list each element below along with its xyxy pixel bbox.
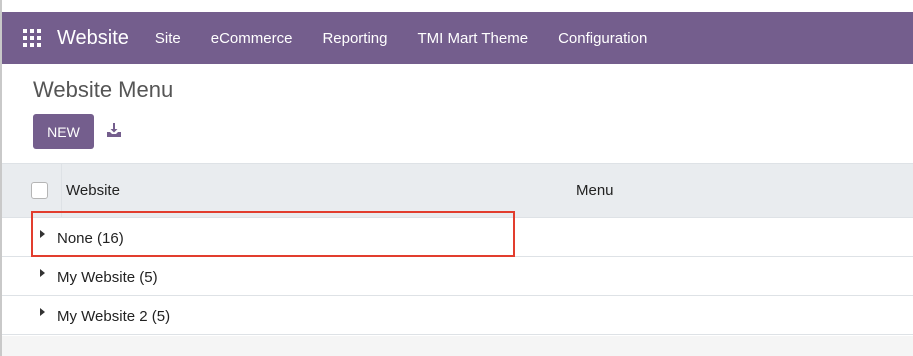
- nav-item-site[interactable]: Site: [155, 30, 181, 47]
- nav-item-ecommerce[interactable]: eCommerce: [211, 30, 293, 47]
- caret-right-icon: [40, 269, 45, 277]
- group-label: My Website (5): [57, 269, 158, 286]
- nav-item-reporting[interactable]: Reporting: [322, 30, 387, 47]
- column-header-menu[interactable]: Menu: [576, 182, 614, 199]
- select-all-checkbox[interactable]: [31, 182, 48, 199]
- group-row-none[interactable]: None (16): [2, 218, 913, 257]
- caret-right-icon: [40, 308, 45, 316]
- new-button[interactable]: NEW: [33, 114, 94, 149]
- page-title: Website Menu: [33, 77, 174, 102]
- apps-grid-icon[interactable]: [23, 29, 41, 47]
- app-frame: Website Site eCommerce Reporting TMI Mar…: [0, 0, 913, 356]
- group-row-my-website[interactable]: My Website (5): [2, 257, 913, 296]
- download-icon[interactable]: [106, 122, 122, 138]
- empty-list-area: [2, 336, 913, 356]
- nav-item-tmi-mart-theme[interactable]: TMI Mart Theme: [417, 30, 528, 47]
- caret-right-icon: [40, 230, 45, 238]
- top-navbar: Website Site eCommerce Reporting TMI Mar…: [2, 12, 913, 64]
- group-label: None (16): [57, 230, 124, 247]
- group-row-my-website-2[interactable]: My Website 2 (5): [2, 296, 913, 335]
- table-header: Website Menu: [2, 163, 913, 218]
- group-label: My Website 2 (5): [57, 308, 171, 325]
- nav-item-configuration[interactable]: Configuration: [558, 30, 647, 47]
- column-divider: [61, 164, 62, 218]
- app-brand[interactable]: Website: [57, 27, 129, 50]
- column-header-website[interactable]: Website: [66, 182, 120, 199]
